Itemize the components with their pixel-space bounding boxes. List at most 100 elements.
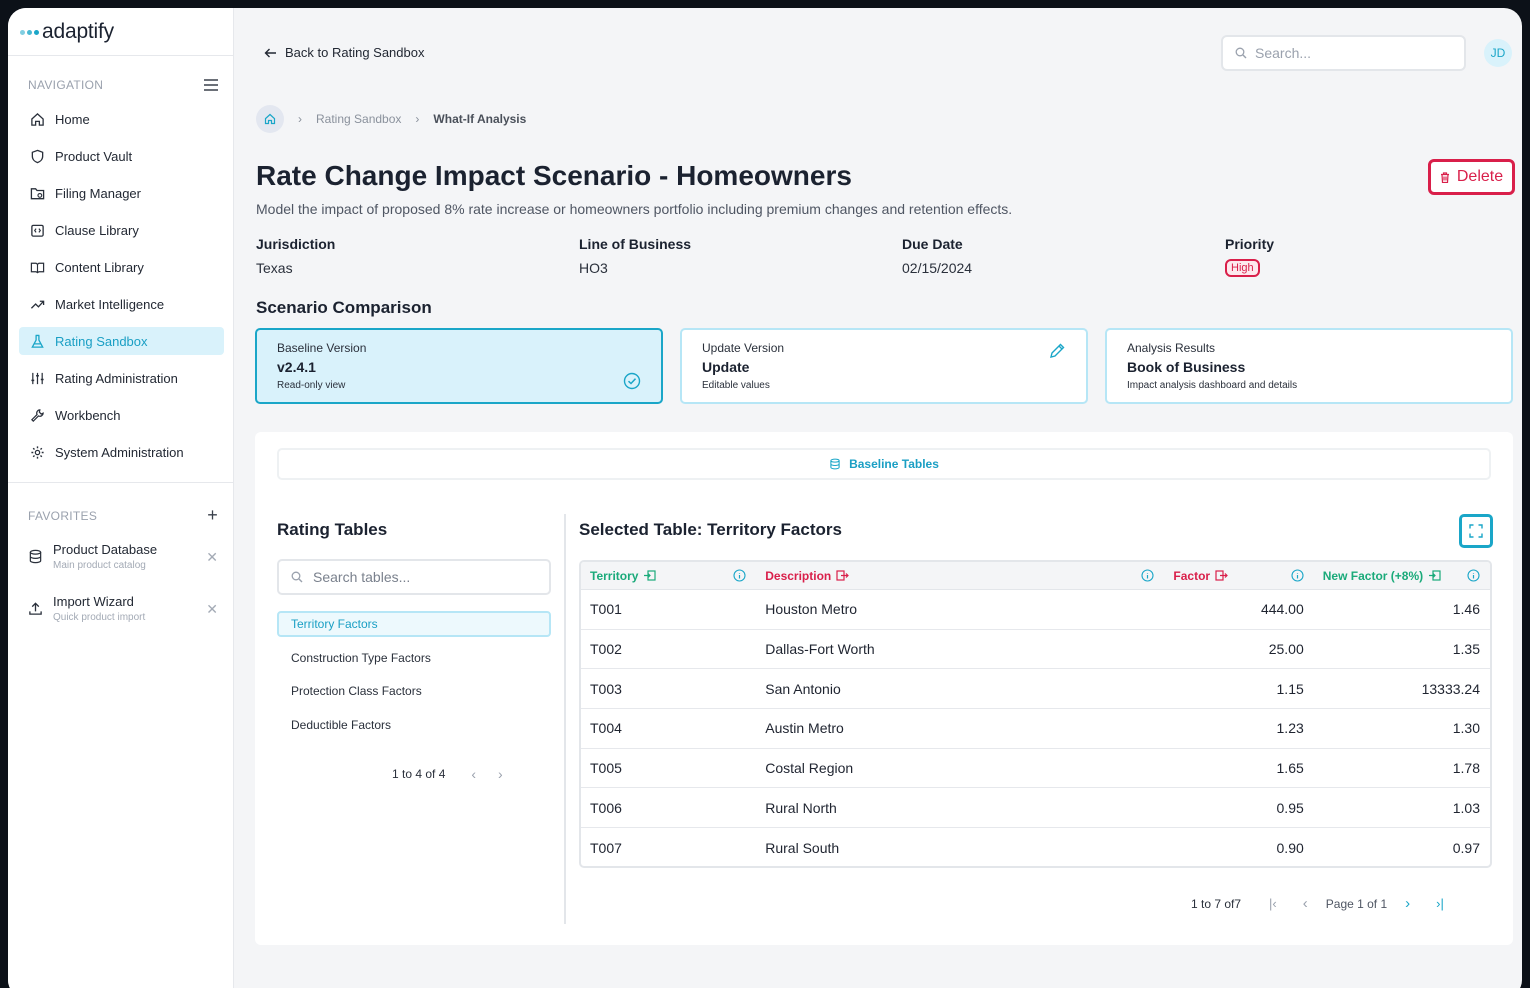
column-header-factor[interactable]: Factor xyxy=(1164,562,1313,589)
list-item[interactable]: Protection Class Factors xyxy=(277,678,551,704)
cell-description: Houston Metro xyxy=(765,601,858,618)
cell-factor: 1.23 xyxy=(1276,720,1304,737)
cell-factor: 25.00 xyxy=(1268,641,1304,658)
logo[interactable]: adaptify xyxy=(20,20,114,44)
search-placeholder: Search... xyxy=(1255,45,1312,61)
table-row[interactable]: T004 Austin Metro 1.23 1.30 xyxy=(581,709,1490,749)
sidebar-item-clause-library[interactable]: Clause Library xyxy=(19,216,224,244)
sidebar-item-filing-manager[interactable]: Filing Manager xyxy=(19,179,224,207)
remove-favorite-close-icon[interactable]: ✕ xyxy=(206,601,218,618)
search-tables-input[interactable]: Search tables... xyxy=(277,559,551,595)
nav-section-header: NAVIGATION xyxy=(28,78,218,92)
breadcrumb-home-icon[interactable] xyxy=(256,105,284,133)
sidebar-item-label: Clause Library xyxy=(55,222,139,238)
cell-territory: T002 xyxy=(590,641,622,658)
favorite-item-product-database[interactable]: Product Database Main product catalog ✕ xyxy=(28,542,218,571)
back-link-label: Back to Rating Sandbox xyxy=(285,45,425,60)
tab-baseline-tables[interactable]: Baseline Tables xyxy=(277,448,1491,480)
column-header-territory[interactable]: Territory xyxy=(581,562,756,589)
analysis-results-card[interactable]: Analysis Results Book of Business Impact… xyxy=(1105,328,1513,404)
info-icon[interactable] xyxy=(733,569,746,582)
cell-factor: 1.65 xyxy=(1276,760,1304,777)
table-row[interactable]: T005 Costal Region 1.65 1.78 xyxy=(581,749,1490,789)
baseline-version-card[interactable]: Baseline Version v2.4.1 Read-only view xyxy=(255,328,663,404)
column-action-icon[interactable] xyxy=(1428,570,1441,581)
meta-value: HO3 xyxy=(579,260,608,276)
sidebar-item-system-administration[interactable]: System Administration xyxy=(19,438,224,466)
sidebar-item-rating-administration[interactable]: Rating Administration xyxy=(19,364,224,392)
cell-description: Austin Metro xyxy=(765,720,844,737)
add-favorite-icon[interactable]: + xyxy=(207,505,218,526)
chevron-left-icon[interactable]: ‹ xyxy=(1303,895,1308,912)
column-action-icon[interactable] xyxy=(836,570,850,581)
sidebar-item-product-vault[interactable]: Product Vault xyxy=(19,142,224,170)
sidebar-item-home[interactable]: Home xyxy=(19,105,224,133)
favorite-item-import-wizard[interactable]: Import Wizard Quick product import ✕ xyxy=(28,594,218,623)
search-icon xyxy=(1235,47,1247,59)
chevron-right-icon[interactable]: › xyxy=(1405,895,1410,912)
remove-favorite-close-icon[interactable]: ✕ xyxy=(206,549,218,566)
card-title: Book of Business xyxy=(1127,359,1246,375)
table-row[interactable]: T003 San Antonio 1.15 13333.24 xyxy=(581,669,1490,710)
nav-heading: NAVIGATION xyxy=(28,78,104,92)
card-title: Update xyxy=(702,359,750,375)
favorites-heading: FAVORITES xyxy=(28,508,98,523)
info-icon[interactable] xyxy=(1141,569,1154,582)
sliders-icon xyxy=(29,370,45,386)
favorite-subtitle: Quick product import xyxy=(53,612,146,623)
sidebar-item-workbench[interactable]: Workbench xyxy=(19,401,224,429)
sidebar-item-content-library[interactable]: Content Library xyxy=(19,253,224,281)
column-header-description[interactable]: Description xyxy=(756,562,1164,589)
sidebar-item-label: System Administration xyxy=(55,444,184,460)
global-search-input[interactable]: Search... xyxy=(1221,35,1466,71)
sidebar-item-label: Market Intelligence xyxy=(55,296,165,312)
cell-description: Costal Region xyxy=(765,760,854,777)
priority-badge: High xyxy=(1225,259,1260,277)
info-icon[interactable] xyxy=(1291,569,1304,582)
logo-dots-icon xyxy=(20,29,39,35)
clause-icon xyxy=(29,222,45,238)
pencil-icon[interactable] xyxy=(1048,342,1066,360)
meta-priority: Priority High xyxy=(1225,236,1274,277)
column-action-icon[interactable] xyxy=(643,570,657,581)
back-link[interactable]: Back to Rating Sandbox xyxy=(264,45,424,60)
breadcrumb-item-rating-sandbox[interactable]: Rating Sandbox xyxy=(316,112,401,126)
column-action-icon[interactable] xyxy=(1215,570,1228,581)
folder-icon xyxy=(29,185,45,201)
table-row[interactable]: T006 Rural North 0.95 1.03 xyxy=(581,788,1490,829)
comparison-cards: Baseline Version v2.4.1 Read-only view U… xyxy=(255,328,1513,404)
rating-tables-heading: Rating Tables xyxy=(277,520,388,539)
pager-count: 1 to 7 of7 xyxy=(1191,896,1242,911)
last-page-icon[interactable]: ›| xyxy=(1436,896,1444,911)
favorite-subtitle: Main product catalog xyxy=(53,560,146,571)
expand-button[interactable] xyxy=(1459,514,1493,548)
meta-label: Due Date xyxy=(902,236,963,252)
sidebar-item-rating-sandbox[interactable]: Rating Sandbox xyxy=(19,327,224,355)
delete-button[interactable]: Delete xyxy=(1428,159,1515,195)
panel-divider xyxy=(564,514,566,924)
table-header: Territory Description Factor New Factor … xyxy=(581,562,1490,590)
scenario-comparison-heading: Scenario Comparison xyxy=(256,298,432,317)
database-icon xyxy=(28,549,43,569)
hamburger-menu-icon[interactable] xyxy=(204,79,218,91)
chevron-left-icon[interactable]: ‹ xyxy=(471,766,476,782)
chevron-right-icon[interactable]: › xyxy=(498,766,503,782)
user-avatar[interactable]: JD xyxy=(1484,39,1512,67)
table-row[interactable]: T001 Houston Metro 444.00 1.46 xyxy=(581,590,1490,630)
list-item[interactable]: Construction Type Factors xyxy=(277,645,551,671)
card-label: Analysis Results xyxy=(1127,341,1216,355)
info-icon[interactable] xyxy=(1467,569,1480,582)
table-row[interactable]: T007 Rural South 0.90 0.97 xyxy=(581,828,1490,866)
table-row[interactable]: T002 Dallas-Fort Worth 25.00 1.35 xyxy=(581,630,1490,670)
list-item[interactable]: Deductible Factors xyxy=(277,712,551,738)
page-title: Rate Change Impact Scenario - Homeowners xyxy=(256,160,852,191)
update-version-card[interactable]: Update Version Update Editable values xyxy=(680,328,1088,404)
first-page-icon[interactable]: |‹ xyxy=(1269,896,1277,911)
sidebar-item-label: Filing Manager xyxy=(55,185,141,201)
sidebar-item-market-intelligence[interactable]: Market Intelligence xyxy=(19,290,224,318)
cell-description: Dallas-Fort Worth xyxy=(765,641,875,658)
column-header-new-factor[interactable]: New Factor (+8%) xyxy=(1314,562,1490,589)
meta-line-of-business: Line of Business HO3 xyxy=(579,236,691,276)
list-item[interactable]: Territory Factors xyxy=(277,611,551,637)
cell-territory: T005 xyxy=(590,760,622,777)
